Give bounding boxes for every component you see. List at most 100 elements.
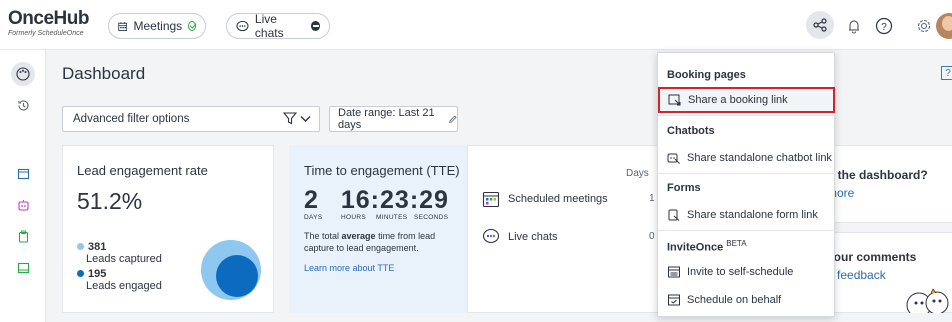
feedback-card: your comments e feedback [818,232,952,313]
share-form-link-label: Share standalone form link [687,209,818,221]
logo-tagline: Formerly ScheduleOnce [8,30,84,37]
lead-engagement-rate: 51.2% [77,188,143,214]
section-chatbots: Chatbots [667,125,715,137]
question-circle-icon: ? [875,17,893,35]
menu-divider [658,173,836,174]
sidebar-item-dashboard[interactable] [11,62,35,86]
tte-unit-minutes: MINUTES [376,214,408,221]
sidebar-item-history[interactable] [11,93,35,117]
days-column-header: Days [626,168,649,179]
chatbot-icon [17,199,29,211]
schedule-on-behalf-item[interactable]: Schedule on behalf [659,287,835,313]
menu-divider [658,115,836,116]
lead-engagement-title: Lead engagement rate [77,163,208,178]
meetings-toggle-button[interactable]: Meetings [108,13,206,39]
share-form-link-item[interactable]: Share standalone form link [659,202,835,228]
section-booking-pages: Booking pages [667,69,746,81]
user-avatar[interactable] [936,13,952,39]
lead-engagement-card: Lead engagement rate 51.2% 381 Leads cap… [62,145,274,313]
oncehub-logo[interactable]: OnceHub Formerly ScheduleOnce [8,9,89,38]
invite-calendar-icon [17,262,29,273]
legend-dot-dark [77,270,84,277]
engaged-bubble [216,255,258,297]
invite-self-schedule-item[interactable]: Invite to self-schedule [659,259,835,285]
calendar-check-icon [667,293,681,307]
captured-count: 381 [88,241,107,253]
sidebar-item-inviteonce[interactable] [11,255,35,279]
chat-bubble-icon [236,20,249,31]
form-link-icon [667,208,681,222]
sidebar-item-forms[interactable] [11,224,35,248]
pencil-icon [448,115,457,123]
help-button[interactable]: ? [872,14,896,38]
share-link-icon [668,93,682,107]
tour-heading: o the dashboard? [827,168,928,182]
live-chats-row-label: Live chats [508,231,558,243]
share-button[interactable] [806,11,834,39]
share-chatbot-link-label: Share standalone chatbot link [687,152,832,164]
dashboard-tour-card: o the dashboard? more [818,145,952,223]
tte-title: Time to engagement (TTE) [304,163,460,178]
legend-leads-captured: 381 Leads captured [77,241,162,265]
sidebar-item-booking[interactable] [11,161,35,185]
share-nodes-icon [813,18,827,32]
date-range-selector[interactable]: Date range: Last 21 days [329,106,458,132]
section-inviteonce: InviteOnce BETA [667,239,747,254]
share-chatbot-link-item[interactable]: Share standalone chatbot link [659,145,835,171]
tte-hours: 16 [340,186,371,214]
table-row: Scheduled meetings [482,190,608,208]
chatbot-link-icon [667,151,681,165]
chevron-down-icon [300,115,311,122]
date-range-label: Date range: Last 21 days [338,107,435,131]
calendar-grid-icon [118,21,128,31]
scheduled-meetings-value: 1 [649,193,655,204]
calendar-icon [17,168,29,179]
tte-seconds: 29 [419,186,449,214]
engaged-label: Leads engaged [86,280,162,292]
share-booking-link-item[interactable]: Share a booking link [658,87,835,113]
top-bar: OnceHub Formerly ScheduleOnce Meetings L… [0,0,952,50]
palette-icon [16,67,30,81]
feedback-illustration-icon [906,288,949,313]
learn-more-tte-link[interactable]: Learn more about TTE [304,263,394,273]
live-chats-icon [482,228,500,244]
give-feedback-link[interactable]: e feedback [827,268,886,282]
advanced-filter-dropdown[interactable]: Advanced filter options [62,106,320,132]
clipboard-icon [18,230,28,243]
schedule-on-behalf-label: Schedule on behalf [687,294,782,306]
tte-unit-seconds: SECONDS [414,214,449,221]
tte-value: 2 16:23:29 [304,186,449,214]
settings-button[interactable] [912,14,936,38]
legend-dot-light [77,243,84,250]
live-chats-label: Live chats [254,12,284,40]
engagement-bubble-chart [201,240,261,300]
gear-icon [917,19,931,33]
share-booking-link-label: Share a booking link [688,94,788,106]
table-row: Live chats [482,228,558,246]
left-sidebar [0,50,46,322]
scheduled-meetings-icon [482,191,500,208]
beta-badge: BETA [726,239,747,248]
page-help-button[interactable]: ? [941,66,952,80]
tte-unit-hours: HOURS [341,214,366,221]
logo-text: OnceHub [8,8,89,29]
scheduled-meetings-label: Scheduled meetings [508,193,608,205]
live-chats-toggle-button[interactable]: Live chats [226,12,330,40]
section-forms: Forms [667,182,701,194]
tte-card: Time to engagement (TTE) 2 16:23:29 DAYS… [289,145,467,313]
filter-funnel-icon [283,112,297,125]
advanced-filter-label: Advanced filter options [73,113,190,125]
notifications-button[interactable] [842,14,866,38]
tte-description: The total average time from lead capture… [304,231,436,253]
sidebar-item-chatbots[interactable] [11,193,35,217]
page-title: Dashboard [62,64,146,83]
legend-leads-engaged: 195 Leads engaged [77,268,162,292]
tte-days: 2 [304,186,319,214]
bell-icon [849,19,859,33]
engaged-count: 195 [88,268,107,280]
captured-label: Leads captured [86,253,162,265]
history-icon [17,99,29,111]
share-dropdown-menu: Booking pages Share a booking link Chatb… [657,52,836,317]
meetings-label: Meetings [133,19,183,33]
status-on-check-icon [188,21,196,31]
